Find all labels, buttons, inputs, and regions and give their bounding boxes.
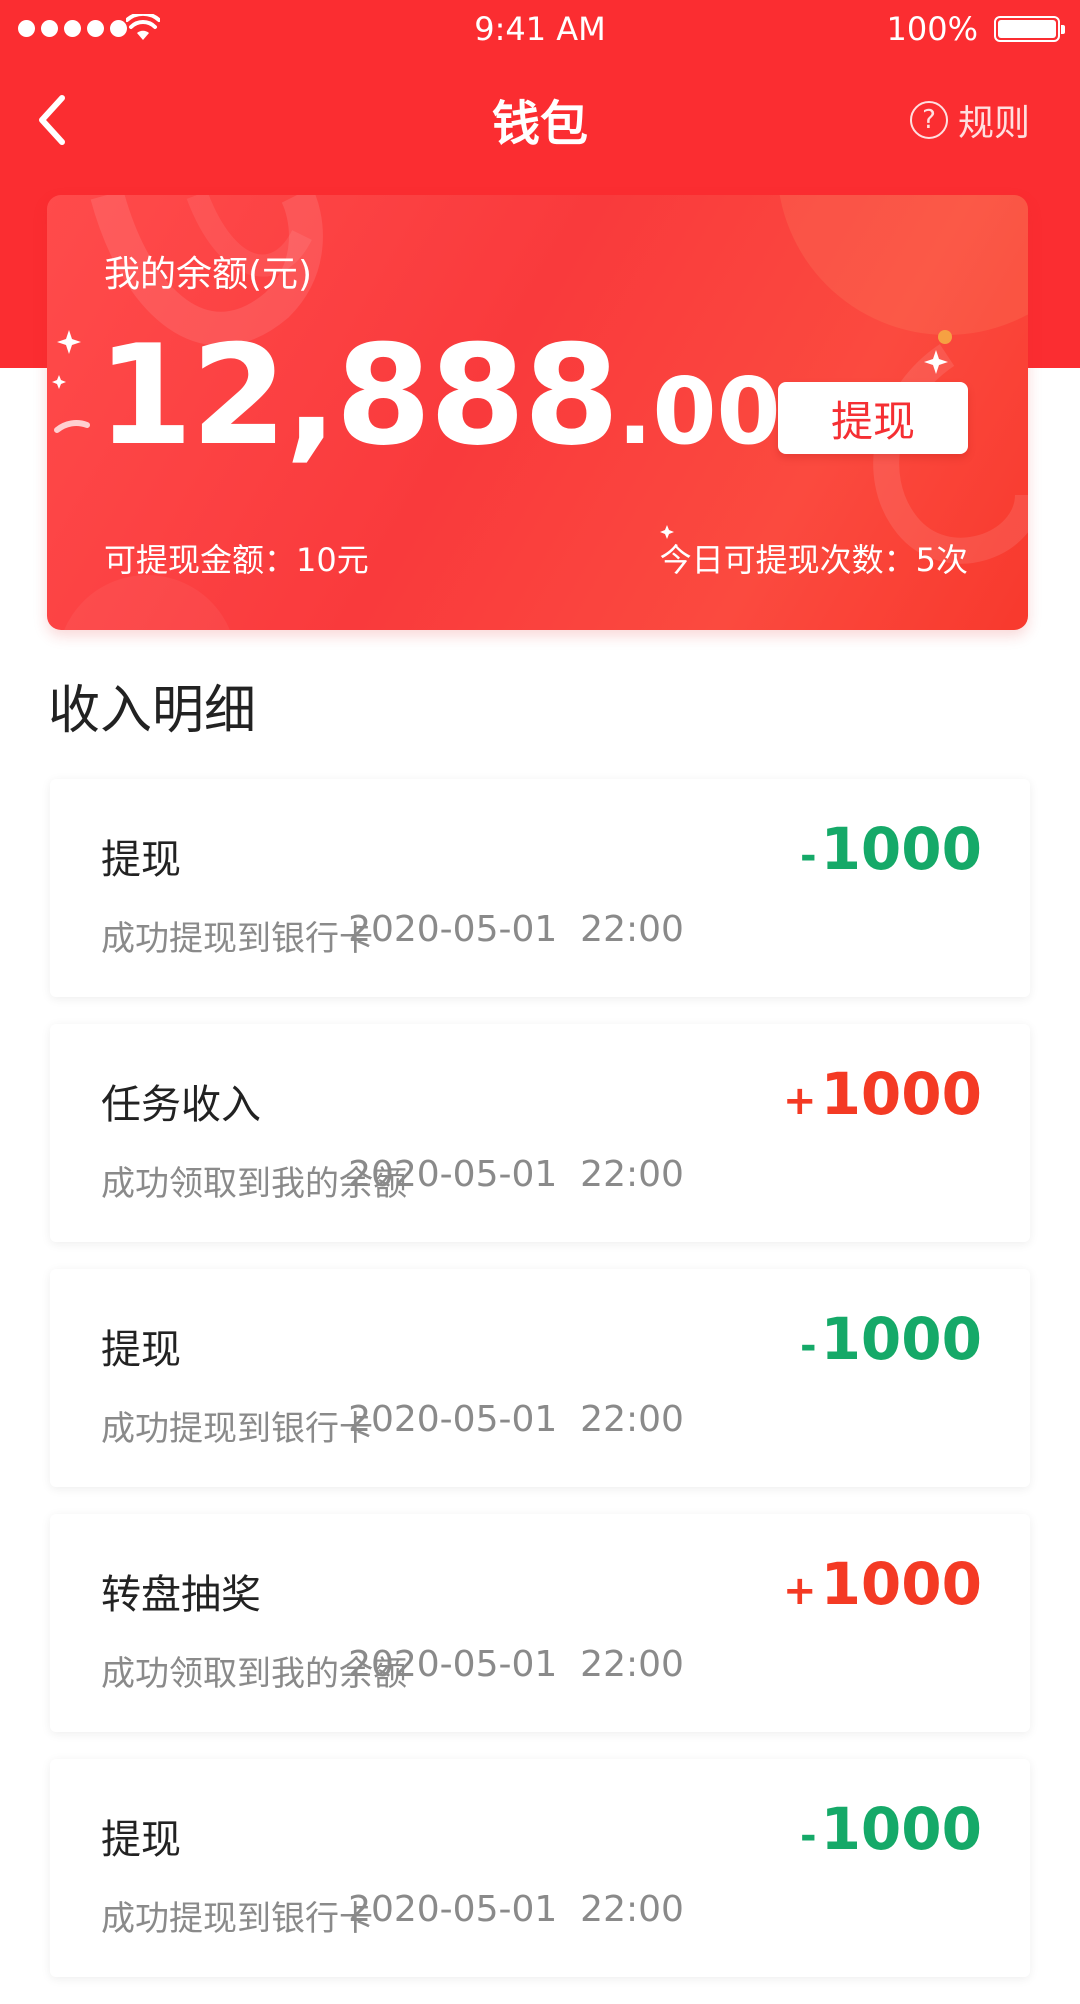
status-bar: 9:41 AM 100%: [0, 0, 1080, 60]
rules-label: 规则: [957, 103, 1030, 144]
battery-icon: [994, 16, 1065, 42]
rules-button[interactable]: ? 规则: [909, 94, 1030, 146]
transaction-amount: -1000: [800, 1795, 982, 1863]
nav-bar: 钱包 ? 规则: [0, 70, 1080, 170]
transaction-title: 任务收入: [101, 1082, 261, 1128]
balance-decimal: .00: [617, 358, 781, 465]
balance-integer: 12,888: [97, 315, 620, 476]
transaction-amount: -1000: [800, 815, 982, 883]
list-item[interactable]: 转盘抽奖 +1000 成功领取到我的余额 2020-05-01 22:00: [50, 1514, 1030, 1732]
balance-amount: 12,888.00: [97, 315, 781, 476]
amount-sign: -: [799, 1813, 817, 1859]
section-title-income-details: 收入明细: [48, 681, 257, 741]
withdrawable-amount: 可提现金额：10元: [104, 541, 369, 579]
amount-sign: +: [783, 1568, 817, 1614]
list-item[interactable]: 提现 -1000 成功提现到银行卡 2020-05-01 22:00: [50, 779, 1030, 997]
transaction-title: 提现: [101, 1817, 181, 1863]
chevron-left-icon: [39, 95, 65, 145]
list-item[interactable]: 提现 -1000 成功提现到银行卡 2020-05-01 22:00: [50, 1759, 1030, 1977]
amount-value: 1000: [820, 1550, 982, 1618]
transaction-time: 2020-05-01 22:00: [348, 1889, 684, 1930]
transaction-title: 转盘抽奖: [101, 1572, 261, 1618]
balance-label: 我的余额(元): [104, 254, 313, 295]
list-item[interactable]: 任务收入 +1000 成功领取到我的余额 2020-05-01 22:00: [50, 1024, 1030, 1242]
transaction-time: 2020-05-01 22:00: [348, 1644, 684, 1685]
transaction-list: 提现 -1000 成功提现到银行卡 2020-05-01 22:00 任务收入 …: [50, 779, 1030, 2004]
transaction-amount: +1000: [783, 1550, 982, 1618]
amount-value: 1000: [820, 815, 982, 883]
transaction-title: 提现: [101, 837, 181, 883]
amount-value: 1000: [820, 1305, 982, 1373]
transaction-amount: +1000: [783, 1060, 982, 1128]
withdraw-button[interactable]: 提现: [778, 382, 968, 454]
amount-value: 1000: [820, 1795, 982, 1863]
amount-value: 1000: [820, 1060, 982, 1128]
amount-sign: -: [799, 1323, 817, 1369]
balance-card: 我的余额(元) 12,888.00 提现 可提现金额：10元 今日可提现次数：5…: [47, 195, 1028, 630]
back-button[interactable]: [22, 90, 82, 150]
transaction-time: 2020-05-01 22:00: [348, 1399, 684, 1440]
amount-sign: +: [783, 1078, 817, 1124]
battery-percentage: 100%: [886, 10, 978, 48]
transaction-title: 提现: [101, 1327, 181, 1373]
list-item[interactable]: 提现 -1000 成功提现到银行卡 2020-05-01 22:00: [50, 1269, 1030, 1487]
amount-sign: -: [799, 833, 817, 879]
withdraw-times-today: 今日可提现次数：5次: [659, 541, 968, 579]
transaction-time: 2020-05-01 22:00: [348, 1154, 684, 1195]
transaction-time: 2020-05-01 22:00: [348, 909, 684, 950]
help-icon: ?: [909, 101, 948, 139]
transaction-amount: -1000: [800, 1305, 982, 1373]
